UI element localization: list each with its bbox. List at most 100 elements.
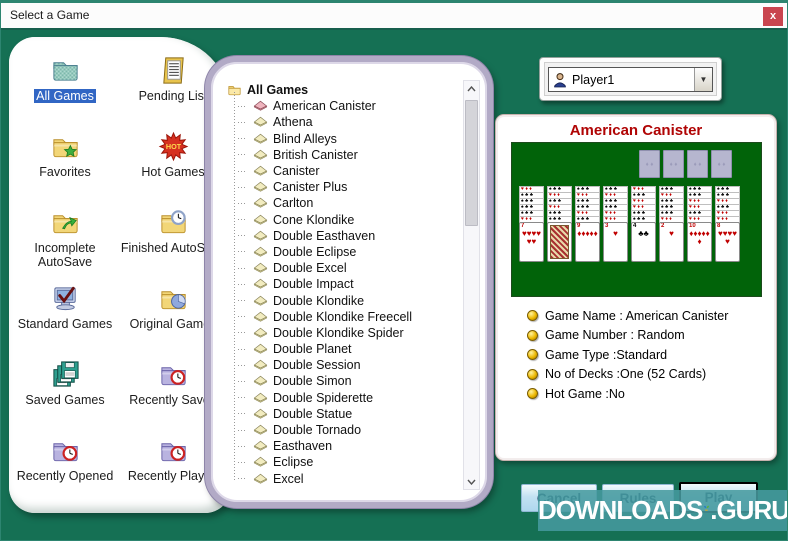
computer-check-icon [50,283,81,314]
tree-item-label: Blind Alleys [273,131,337,146]
dialog-body: All Games Pending List Favorites HOT Hot … [1,30,787,540]
tree-item-cone-klondike[interactable]: Cone Klondike [234,212,455,228]
tree-item-double-klondike-spider[interactable]: Double Klondike Spider [234,325,455,341]
bottom-card: 3 ♥ [603,222,628,262]
tree-item-double-excel[interactable]: Double Excel [234,260,455,276]
sidebar-item-all-games[interactable]: All Games [11,51,119,127]
bottom-card: 2 ♥ [659,222,684,262]
tree-item-athena[interactable]: Athena [234,114,455,130]
sidebar-item-recently-opened[interactable]: Recently Opened [11,431,119,507]
tree-item-label: Double Spiderette [273,390,374,405]
scroll-thumb[interactable] [465,100,478,226]
tableau-column: ♠ ♣ ♣ ♥ ♦ ♦ ♠ ♣ ♣ ♥ ♦ ♦ ♠ ♣ ♣ ♠ ♣ ♣ [547,186,572,262]
chevron-up-icon [467,85,476,91]
sidebar-item-label: Saved Games [25,393,105,407]
game-card-icon [253,358,268,372]
folder-clock-red-icon [50,435,81,466]
tree-item-blind-alleys[interactable]: Blind Alleys [234,131,455,147]
tree-item-double-klondike[interactable]: Double Klondike [234,292,455,308]
close-icon: x [769,10,777,22]
tree-item-double-spiderette[interactable]: Double Spiderette [234,390,455,406]
tree-item-label: Double Eclipse [273,244,357,259]
card-rank: 8 [717,223,721,229]
tree-item-label: Athena [273,115,313,130]
sidebar-item-label: Pending List [138,89,208,103]
selected-game-card-icon [253,99,268,113]
gold-bullet-icon [527,368,538,380]
category-panel: All Games Pending List Favorites HOT Hot … [9,37,231,513]
game-card-icon [253,180,268,194]
game-card-icon [253,407,268,421]
tree-item-label: Double Session [273,358,361,373]
tree-item-excel[interactable]: Excel [234,471,455,487]
gold-bullet-icon [527,310,538,322]
scroll-down-button[interactable] [464,474,479,489]
sidebar-item-incomplete-autosave[interactable]: Incomplete AutoSave [11,203,119,279]
cancel-button[interactable]: Cancel [521,484,597,512]
sidebar-item-saved-games[interactable]: Saved Games [11,355,119,431]
scroll-up-button[interactable] [464,81,479,96]
folder-clock-icon [158,207,189,238]
tree-item-eclipse[interactable]: Eclipse [234,454,455,470]
player-select-frame: Player1 ▼ [539,57,722,101]
tree-item-double-easthaven[interactable]: Double Easthaven [234,228,455,244]
game-info-row: No of Decks :One (52 Cards) [527,365,728,385]
game-card-icon [253,342,268,356]
tree-item-label: Canister Plus [273,180,348,195]
game-list-panel: All Games American Canister Athena Blind… [205,56,493,508]
scrollbar[interactable] [463,80,480,490]
tree-item-double-eclipse[interactable]: Double Eclipse [234,244,455,260]
rules-button[interactable]: Rules [602,484,674,512]
game-card-icon [253,115,268,129]
game-info-text: Game Name : American Canister [545,308,729,323]
game-card-icon [253,423,268,437]
card-rank: 4 [633,223,637,229]
gold-bullet-icon [527,329,538,341]
tree-item-carlton[interactable]: Carlton [234,195,455,211]
sidebar-item-label: Original Games [129,317,217,331]
game-card-icon [253,148,268,162]
tree-item-double-planet[interactable]: Double Planet [234,341,455,357]
sidebar-item-standard-games[interactable]: Standard Games [11,279,119,355]
tree-item-easthaven[interactable]: Easthaven [234,438,455,454]
face-card-pattern [550,225,569,259]
tree-item-british-canister[interactable]: British Canister [234,147,455,163]
tree-item-label: Double Planet [273,342,352,357]
game-tree: All Games American Canister Athena Blind… [227,82,455,490]
game-info-row: Game Name : American Canister [527,306,728,326]
tree-item-label: Double Klondike Freecell [273,309,412,324]
tree-item-double-klondike-freecell[interactable]: Double Klondike Freecell [234,309,455,325]
game-info-text: Game Number : Random [545,328,685,343]
tree-item-label: American Canister [273,99,376,114]
sidebar-item-label: Incomplete AutoSave [34,241,96,269]
play-button[interactable]: Play [679,482,758,513]
tree-item-label: Easthaven [273,439,333,454]
folder-clock-red-icon [158,435,189,466]
tree-item-label: Double Impact [273,277,354,292]
tree-root-all-games[interactable]: All Games [227,82,455,98]
select-a-game-dialog: Select a Game x All Games Pending List F… [0,0,788,541]
tree-item-double-statue[interactable]: Double Statue [234,406,455,422]
bottom-card: 10 ♦♦♦♦♦♦ [687,222,712,262]
free-cell-placeholder: ♦ ♦ [639,150,660,178]
folder-clock-red-icon [158,359,189,390]
tree-item-canister-plus[interactable]: Canister Plus [234,179,455,195]
sidebar-item-favorites[interactable]: Favorites [11,127,119,203]
preview-panel: American Canister ♦ ♦ ♦ ♦ ♦ ♦ ♦ ♦ ♥ ♦ ♦ ♠ ♣ ♣… [495,114,777,461]
tree-item-double-session[interactable]: Double Session [234,357,455,373]
game-info-text: Hot Game :No [545,386,625,401]
player-icon [552,72,568,88]
floppy-stack-icon [50,359,81,390]
tree-item-canister[interactable]: Canister [234,163,455,179]
bottom-card [547,222,572,262]
tree-item-double-impact[interactable]: Double Impact [234,276,455,292]
player-dropdown-button[interactable]: ▼ [694,68,712,91]
player-name: Player1 [572,72,615,87]
tree-item-double-tornado[interactable]: Double Tornado [234,422,455,438]
game-card-icon [253,164,268,178]
close-button[interactable]: x [763,7,783,26]
tree-item-label: Cone Klondike [273,212,355,227]
player-combobox[interactable]: Player1 ▼ [548,67,713,92]
tree-item-american-canister[interactable]: American Canister [234,98,455,114]
tree-item-double-simon[interactable]: Double Simon [234,373,455,389]
